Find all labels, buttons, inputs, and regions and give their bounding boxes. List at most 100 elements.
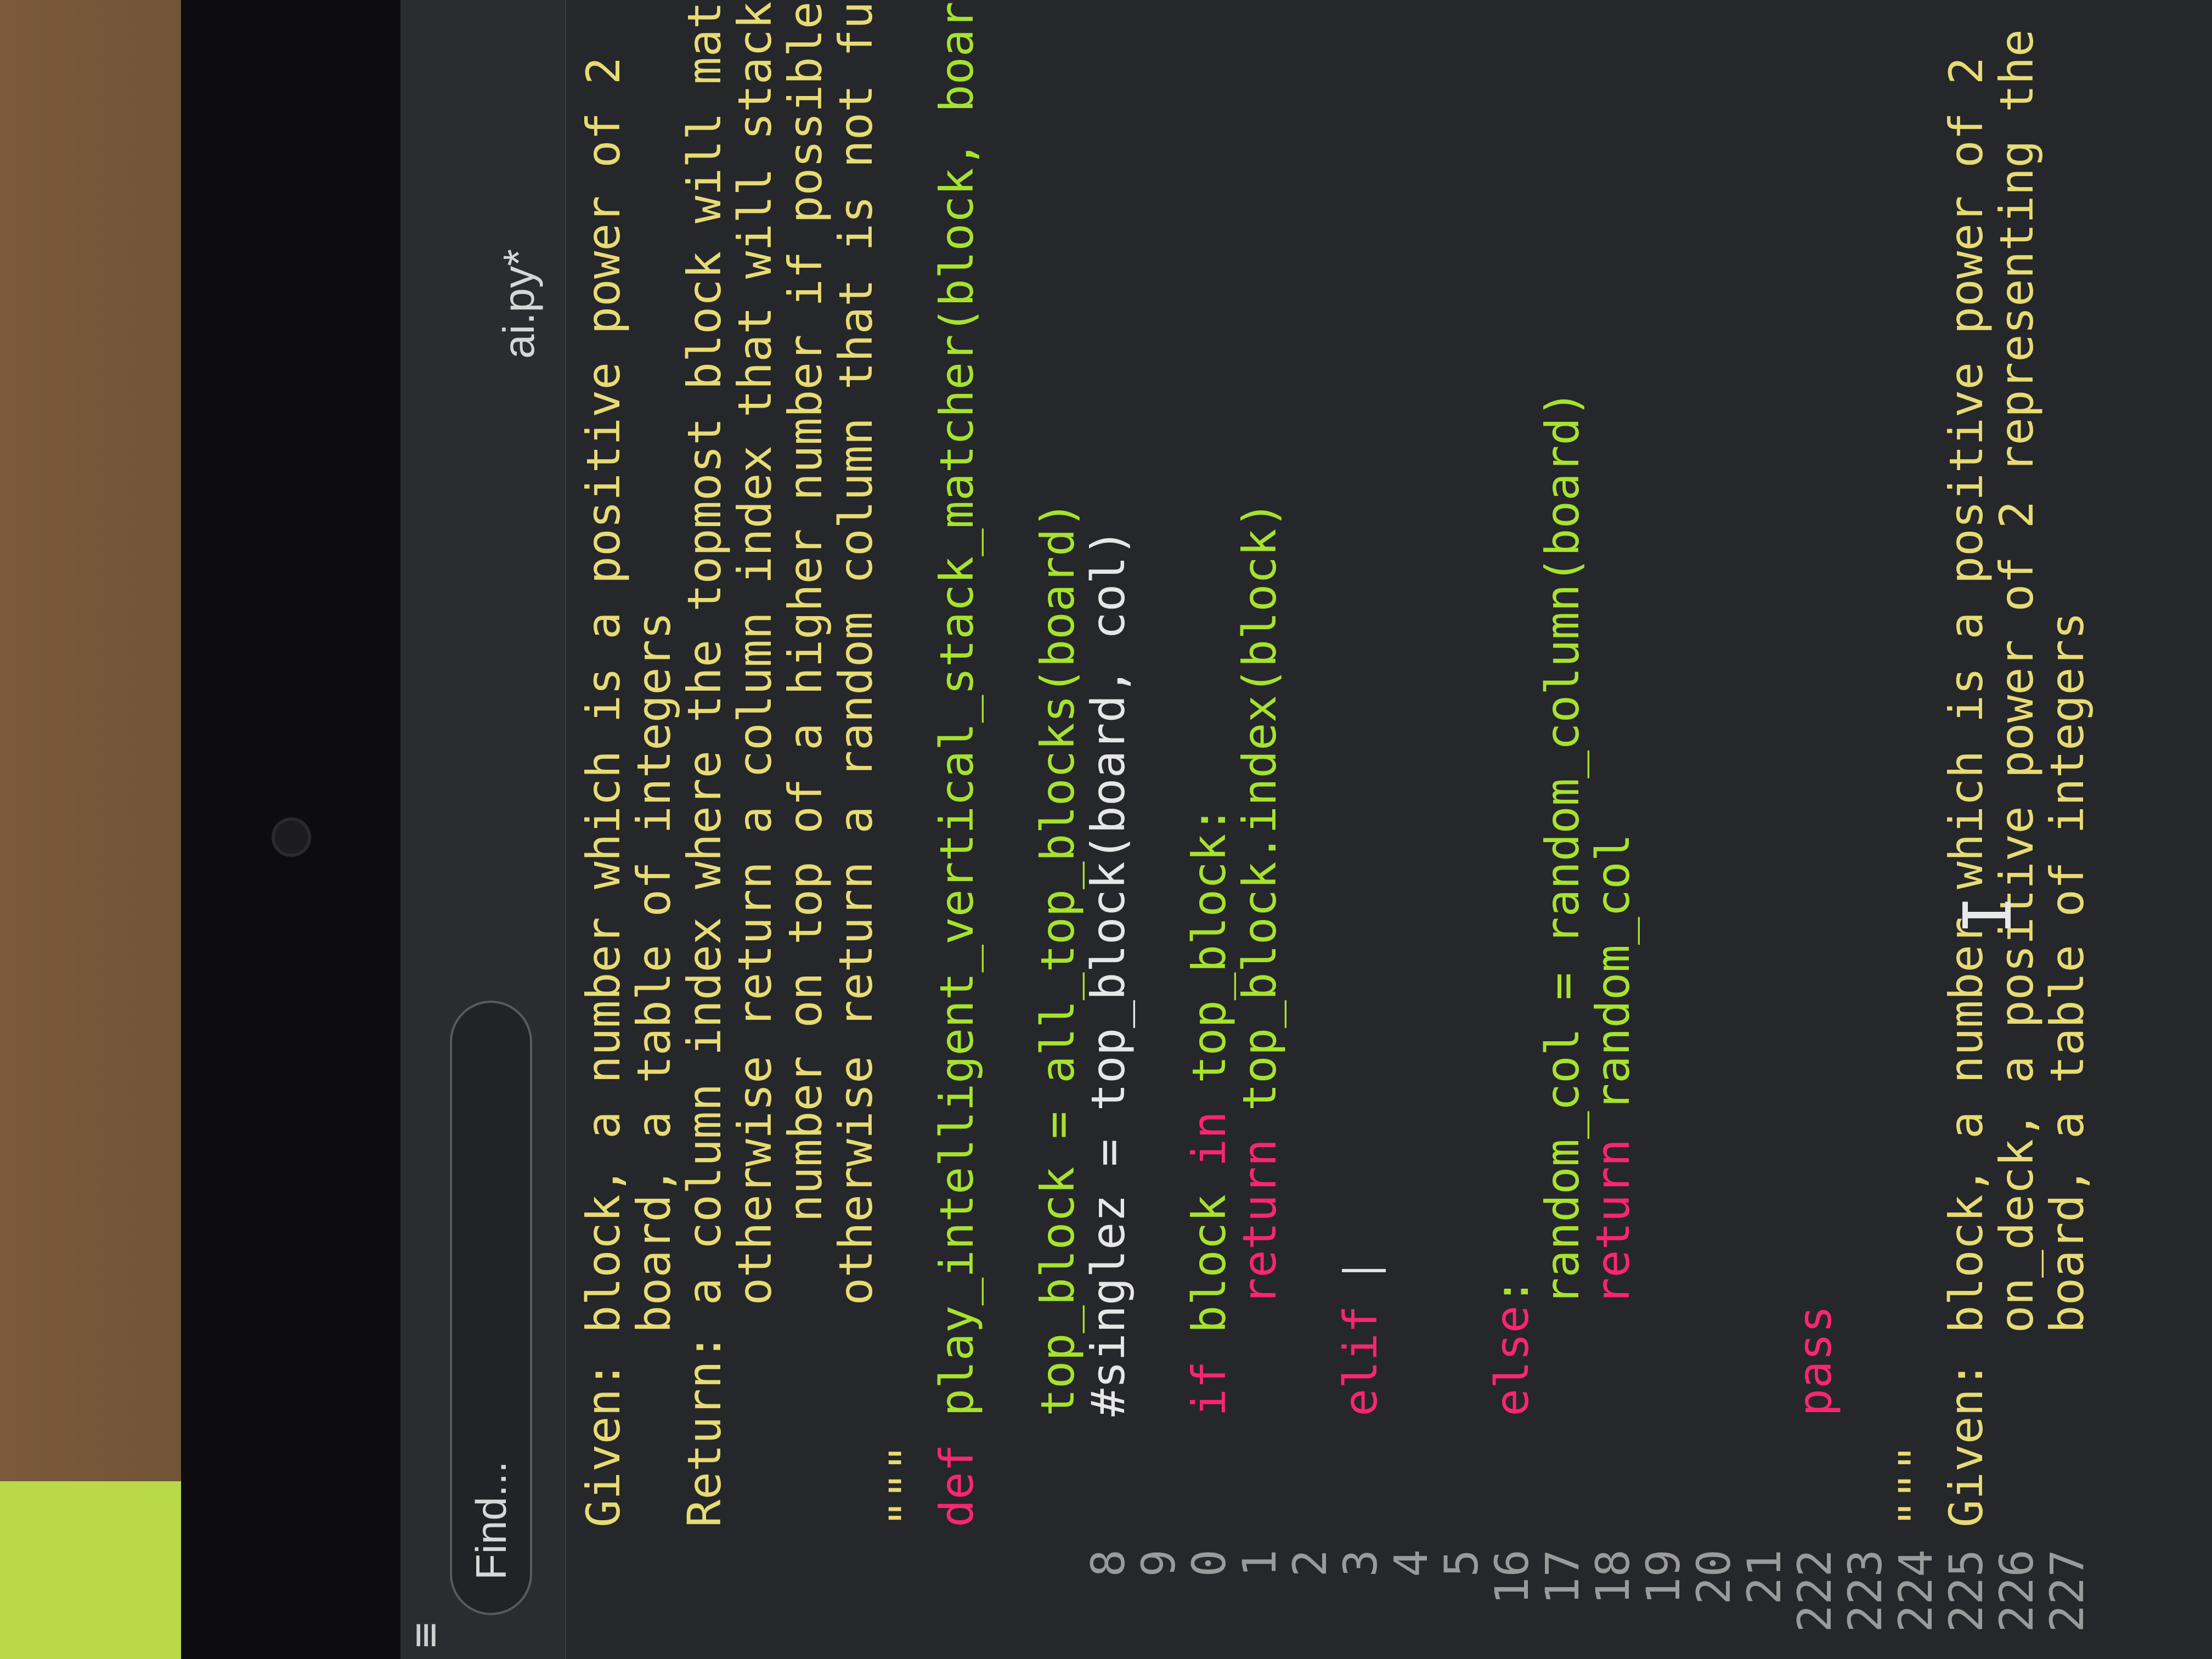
line-number: 5 [1435,1549,1488,1577]
code-text: """ [879,1444,933,1527]
code-line[interactable]: number on top of a higher number if poss… [778,2,833,1659]
code-token: top_block = all_top_blocks(board) [1031,500,1085,1527]
code-line[interactable]: otherwise return a random column that is… [828,0,883,1659]
code-line[interactable]: 5 [1434,1527,1489,1659]
code-text: top_block = all_top_blocks(board) [1031,501,1085,1527]
code-text: pass [1788,1305,1842,1527]
window-title: ai.py* [494,249,543,359]
code-line[interactable]: 223 [1838,1527,1893,1659]
line-number: 9 [1132,1549,1186,1577]
code-text: random_col = random_column(board) [1536,390,1589,1527]
code-line[interactable]: 0 if block in top_block: [1182,806,1237,1659]
code-token: random_col = random_column(board) [1536,390,1589,1527]
code-line[interactable]: board, a table of integers [627,612,681,1659]
keyword-token: elif [1334,1305,1387,1417]
code-text: board, a table of integers [2040,612,2094,1527]
text-caret [1342,1268,1386,1272]
code-text: elif [1334,1278,1387,1527]
code-token: top_block.index(block) [1233,500,1286,1139]
line-number: 223 [1838,1549,1892,1633]
code-line[interactable]: 9 [1131,1527,1186,1659]
code-line[interactable]: 227 board, a table of integers [2040,612,2095,1659]
code-text: Return: a column index where the topmost… [678,0,731,1527]
keyword-token: return [1233,1138,1286,1306]
code-line[interactable]: 3 elif [1333,1268,1388,1659]
line-number: 4 [1384,1549,1438,1577]
code-token: play_intelligent_vertical_stack_matcher(… [930,0,984,1444]
keyword-token: else [1485,1305,1539,1417]
code-line[interactable] [980,1527,1035,1659]
webcam-icon [272,817,311,857]
code-line[interactable]: 17 random_col = random_column(board) [1535,390,1590,1659]
keyword-token: return [1586,1138,1640,1306]
code-text: #singlez = top_block(board, col) [1081,528,1135,1527]
code-text: return top_block.index(block) [1233,501,1286,1527]
line-number: 222 [1788,1549,1842,1633]
code-text: Given: block, a number which is a positi… [1939,57,1993,1527]
code-line[interactable]: 2 [1283,1527,1338,1659]
line-number: 20 [1687,1549,1741,1605]
code-line[interactable]: 225 Given: block, a number which is a pos… [1939,57,1994,1659]
code-token: random_col [1586,833,1640,1139]
code-line[interactable]: 226 on_deck, a positive power of 2 repre… [1989,0,2044,1659]
title-bar: ≡ ai.py* [400,0,566,1659]
code-line[interactable]: 222 pass [1787,1305,1842,1659]
code-line[interactable]: 21 [1737,1527,1792,1659]
keyword-token: pass [1788,1305,1842,1417]
code-token: : [1485,1277,1539,1306]
line-number: 227 [2040,1549,2094,1633]
line-number: 18 [1586,1549,1640,1605]
code-line[interactable]: 19 [1636,1527,1691,1659]
line-number: 8 [1081,1549,1135,1577]
code-line[interactable]: 224 """ [1888,1444,1943,1659]
keyword-token: in [1182,1111,1236,1167]
code-line[interactable]: 1 return top_block.index(block) [1232,501,1287,1659]
line-number: 224 [1889,1549,1943,1633]
code-line[interactable]: 8 #singlez = top_block(board, col) [1081,528,1136,1659]
code-line[interactable]: Return: a column index where the topmost… [677,0,732,1659]
line-number: 225 [1939,1549,1993,1633]
menu-icon[interactable]: ≡ [400,1622,450,1648]
code-text: """ [1889,1444,1943,1527]
code-text: board, a table of integers [627,612,681,1527]
find-input[interactable] [452,1031,530,1580]
code-line[interactable]: 18 return random_col [1585,834,1640,1659]
code-text: else: [1485,1278,1539,1527]
line-number: 21 [1737,1549,1791,1605]
code-text: otherwise return a random column that is… [829,0,883,1527]
code-line[interactable]: 20 [1686,1527,1741,1659]
line-number: 19 [1637,1549,1690,1605]
code-text: return random_col [1586,834,1640,1527]
code-line[interactable]: """ [879,1444,934,1659]
line-number: 1 [1233,1549,1286,1577]
code-line[interactable]: 16 else: [1485,1278,1539,1659]
code-text: def play_intelligent_vertical_stack_matc… [930,0,984,1527]
keyword-token: if [1182,1361,1236,1417]
code-token: block [1182,1166,1236,1361]
find-box[interactable] [450,1001,532,1615]
line-number: 226 [1990,1549,2044,1633]
code-text: otherwise return a column index that wil… [728,0,782,1527]
line-number: 16 [1485,1549,1539,1605]
editor-window: ≡ ai.py* Given: block, a number which is… [400,0,2212,1659]
code-line[interactable]: 4 [1384,1527,1438,1659]
line-number: 2 [1283,1549,1337,1577]
line-number: 17 [1536,1549,1589,1605]
code-text: if block in top_block: [1182,806,1236,1527]
keyword-token: def [930,1444,984,1527]
code-line[interactable]: top_block = all_top_blocks(board) [1030,501,1085,1659]
text-cursor-icon: I [1950,895,2027,935]
photo-scene: ≡ ai.py* Given: block, a number which is… [0,0,2212,1659]
line-number: 0 [1182,1549,1236,1577]
code-line[interactable]: otherwise return a column index that wil… [727,0,782,1659]
code-line[interactable]: Given: block, a number which is a positi… [576,57,631,1659]
code-text: on_deck, a positive power of 2 represent… [1990,0,2044,1527]
code-line[interactable]: def play_intelligent_vertical_stack_matc… [929,0,984,1659]
line-number: 3 [1334,1549,1387,1577]
